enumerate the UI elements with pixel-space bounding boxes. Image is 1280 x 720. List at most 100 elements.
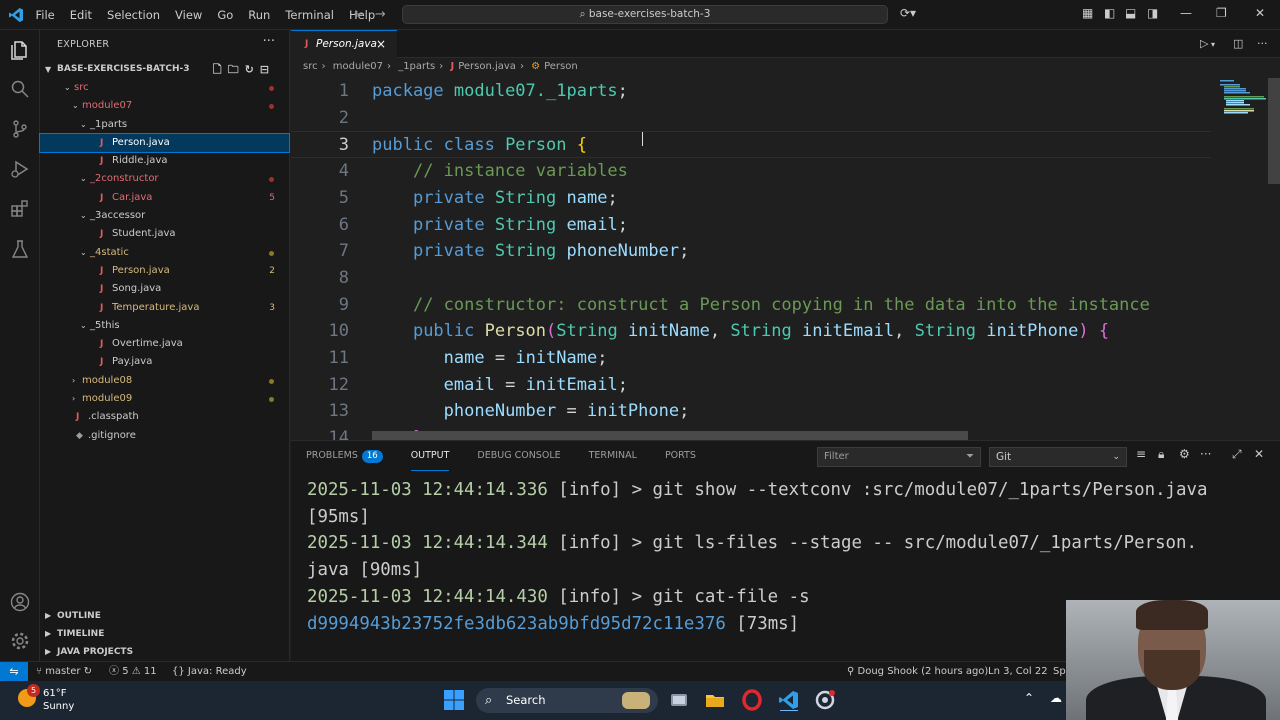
tree-file-item[interactable]: J Temperature.java 3 (40, 299, 289, 317)
source-control-icon[interactable] (9, 118, 31, 140)
run-dropdown-icon[interactable]: ▾ (1211, 40, 1215, 49)
taskbar-search[interactable]: ⌕ Search (476, 688, 658, 713)
close-tab-icon[interactable]: × (376, 31, 386, 58)
minimap[interactable] (1216, 78, 1266, 178)
more-actions-icon[interactable]: ··· (263, 34, 275, 49)
tree-file-item[interactable]: J Pay.java (40, 353, 289, 371)
code-line[interactable]: 9 // constructor: construct a Person cop… (291, 292, 1211, 319)
opera-browser-icon[interactable] (741, 689, 763, 711)
tree-folder-item[interactable]: ⌄ _1parts (40, 116, 289, 134)
code-line[interactable]: 6 private String email; (291, 212, 1211, 239)
code-line[interactable]: 5 private String name; (291, 185, 1211, 212)
menu-view[interactable]: View (168, 8, 210, 22)
tree-folder-item[interactable]: ⌄ _4static (40, 244, 289, 262)
forward-arrow-icon[interactable]: → (375, 7, 396, 22)
tree-file-item[interactable]: J Person.java (39, 132, 290, 154)
back-arrow-icon[interactable]: ← (354, 7, 375, 22)
code-line[interactable]: 8 (291, 265, 1211, 292)
tree-folder-item[interactable]: ⌄ _2constructor (40, 170, 289, 188)
code-line[interactable]: 11 name = initName; (291, 345, 1211, 372)
command-center[interactable]: ⌕ base-exercises-batch-3 (402, 5, 888, 24)
toggle-panel-icon[interactable]: ⬓ (1125, 6, 1136, 20)
remote-indicator-icon[interactable]: ⇋ (0, 662, 28, 681)
chrome-app-icon[interactable] (814, 689, 836, 711)
tree-folder-item[interactable]: › module08 (40, 372, 289, 390)
menu-file[interactable]: File (28, 8, 62, 22)
explorer-icon[interactable] (9, 39, 31, 61)
tree-folder-item[interactable]: ⌄ src (40, 79, 289, 97)
close-window-icon[interactable]: ✕ (1255, 6, 1265, 20)
menu-selection[interactable]: Selection (100, 8, 168, 22)
code-line[interactable]: 1 package module07._1parts; (291, 78, 1211, 105)
split-editor-icon[interactable]: ◫ (1233, 37, 1243, 50)
search-icon[interactable] (9, 78, 31, 100)
toggle-sidebar-icon[interactable]: ◧ (1104, 6, 1115, 20)
weather-temperature[interactable]: 61°F (43, 688, 66, 699)
tab-problems[interactable]: PROBLEMS 16 (306, 441, 383, 471)
code-line[interactable]: 12 email = initEmail; (291, 372, 1211, 399)
account-icon[interactable] (9, 591, 31, 613)
breadcrumb-src[interactable]: src (303, 61, 318, 72)
timeline-section[interactable]: ▶ TIMELINE (40, 625, 289, 643)
git-blame[interactable]: ⚲ Doug Shook (2 hours ago) (847, 662, 988, 681)
tree-file-item[interactable]: ◆ .gitignore (40, 427, 289, 445)
java-status[interactable]: {} Java: Ready (172, 662, 247, 681)
problems-status[interactable]: ⓧ 5 ⚠ 11 (109, 662, 157, 681)
output-channel-select[interactable]: Git ⌄ (989, 447, 1127, 467)
new-file-icon[interactable]: 🗋 (213, 63, 228, 76)
tree-folder-item[interactable]: ⌄ module07 (40, 97, 289, 115)
run-file-icon[interactable]: ▷ (1200, 37, 1208, 50)
more-actions-icon[interactable]: ··· (1200, 447, 1211, 461)
menu-terminal[interactable]: Terminal (278, 8, 342, 22)
breadcrumb-1parts[interactable]: _1parts (398, 61, 435, 72)
editor-horizontal-scrollbar[interactable] (372, 431, 968, 440)
code-line[interactable]: 10 public Person(String initName, String… (291, 318, 1211, 345)
new-folder-icon[interactable]: 🗀 (228, 63, 245, 76)
settings-gear-icon[interactable]: ⚙ (1179, 447, 1190, 461)
menu-run[interactable]: Run (241, 8, 278, 22)
breadcrumb-file[interactable]: Person.java (458, 61, 516, 72)
editor-scrollbar[interactable] (1268, 78, 1280, 184)
cursor-position[interactable]: Ln 3, Col 22 (988, 662, 1048, 681)
tab-debug-console[interactable]: DEBUG CONSOLE (477, 441, 560, 471)
cloud-tray-icon[interactable]: ☁ (1050, 691, 1062, 705)
tab-person-java[interactable]: J Person.java × (291, 30, 397, 58)
tree-file-item[interactable]: J Car.java 5 (40, 189, 289, 207)
code-line[interactable]: 3 public class Person { (291, 131, 1211, 159)
menu-edit[interactable]: Edit (62, 8, 99, 22)
menu-go[interactable]: Go (210, 8, 241, 22)
code-line[interactable]: 2 (291, 105, 1211, 132)
refresh-icon[interactable]: ↻ (245, 63, 260, 76)
git-branch[interactable]: ⑂ master ↻ (36, 662, 92, 681)
tab-output[interactable]: OUTPUT (410, 441, 450, 471)
manage-gear-icon[interactable] (9, 630, 31, 652)
close-panel-icon[interactable]: ✕ (1254, 447, 1264, 461)
tree-file-item[interactable]: J Person.java 2 (40, 262, 289, 280)
code-line[interactable]: 7 private String phoneNumber; (291, 238, 1211, 265)
file-explorer-icon[interactable] (704, 689, 726, 711)
copilot-icon[interactable]: ⟳▾ (900, 6, 916, 20)
collapse-all-icon[interactable]: ⊟ (260, 63, 275, 76)
code-editor[interactable]: 1 package module07._1parts; 2 3 public class… (291, 78, 1280, 440)
java-projects-section[interactable]: ▶ JAVA PROJECTS (40, 643, 289, 661)
tree-file-item[interactable]: J Overtime.java (40, 335, 289, 353)
tree-folder-item[interactable]: › module09 (40, 390, 289, 408)
extensions-icon[interactable] (9, 198, 31, 220)
breadcrumb-module07[interactable]: module07 (333, 61, 383, 72)
tab-terminal[interactable]: TERMINAL (589, 441, 637, 471)
windows-start-icon[interactable] (443, 689, 465, 711)
lock-scroll-icon[interactable]: 🔒︎ (1158, 447, 1164, 462)
toggle-secondary-sidebar-icon[interactable]: ◨ (1147, 6, 1158, 20)
tree-file-item[interactable]: J Riddle.java (40, 152, 289, 170)
workspace-root[interactable]: ▼ BASE-EXERCISES-BATCH-3 🗋🗀↻⊟ (40, 60, 289, 79)
tree-folder-item[interactable]: ⌄ _3accessor (40, 207, 289, 225)
tree-folder-item[interactable]: ⌄ _5this (40, 317, 289, 335)
weather-condition[interactable]: Sunny (43, 701, 74, 712)
customize-layout-icon[interactable]: ▦ (1082, 6, 1093, 20)
minimize-icon[interactable]: — (1180, 6, 1192, 20)
clear-output-icon[interactable]: ≡ (1136, 447, 1146, 461)
task-view-icon[interactable] (668, 689, 690, 711)
code-line[interactable]: 4 // instance variables (291, 158, 1211, 185)
code-line[interactable]: 13 phoneNumber = initPhone; (291, 398, 1211, 425)
vscode-taskbar-icon[interactable] (778, 689, 800, 711)
